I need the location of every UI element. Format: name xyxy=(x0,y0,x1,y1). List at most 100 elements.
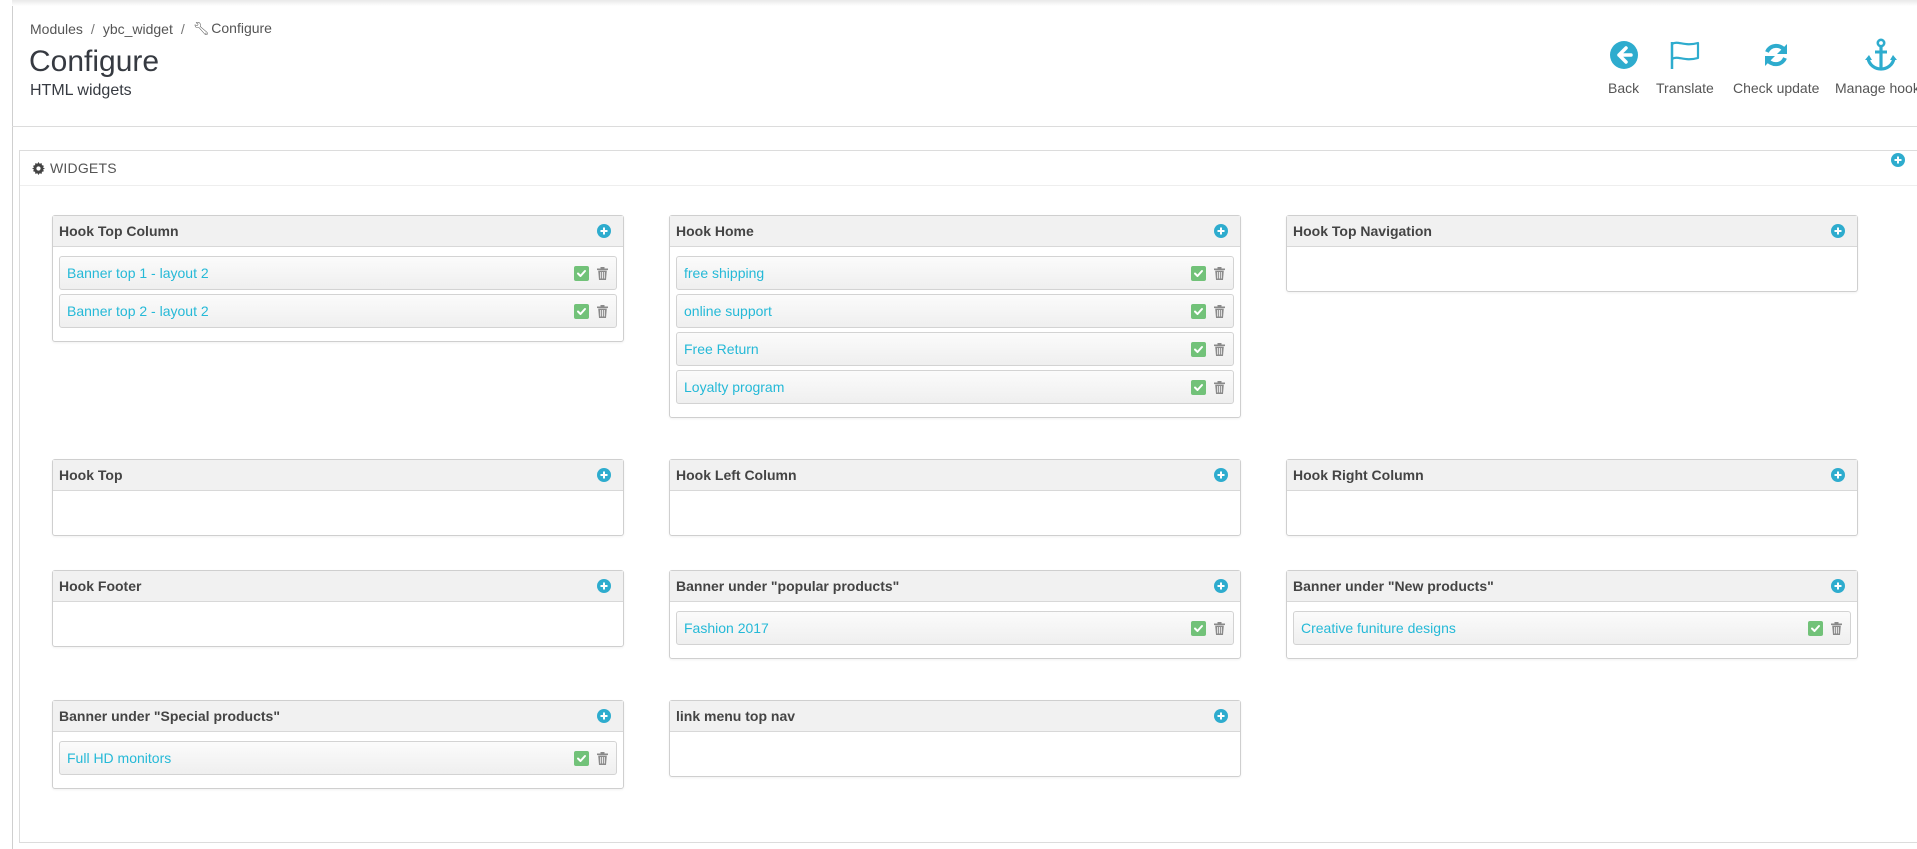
trash-icon[interactable] xyxy=(597,267,608,280)
breadcrumb-modules[interactable]: Modules xyxy=(30,21,83,37)
trash-icon[interactable] xyxy=(597,305,608,318)
gear-icon xyxy=(32,161,45,175)
hook-body xyxy=(1287,491,1857,535)
anchor-icon xyxy=(1835,38,1917,72)
hook-header: Hook Right Column xyxy=(1287,460,1857,491)
enabled-check-icon[interactable] xyxy=(574,266,589,281)
enabled-check-icon[interactable] xyxy=(1191,380,1206,395)
hook-title: Banner under "New products" xyxy=(1293,578,1494,594)
hook-title: link menu top nav xyxy=(676,708,796,724)
trash-icon[interactable] xyxy=(1214,305,1225,318)
hook-header: Hook Left Column xyxy=(670,460,1240,491)
widget-item-actions xyxy=(574,304,608,319)
widget-item-link[interactable]: Banner top 1 - layout 2 xyxy=(67,265,209,281)
widget-item-link[interactable]: Full HD monitors xyxy=(67,750,171,766)
back-label: Back xyxy=(1608,80,1640,96)
hook-title: Hook Home xyxy=(676,223,754,239)
widget-item: online support xyxy=(676,294,1234,328)
add-circle-icon[interactable] xyxy=(1214,709,1228,726)
widget-item-actions xyxy=(1191,342,1225,357)
breadcrumb: Modules / ybc_widget / 🔧︎ Configure xyxy=(30,20,272,37)
widget-item-link[interactable]: Loyalty program xyxy=(684,379,784,395)
add-circle-icon[interactable] xyxy=(1214,579,1228,596)
arrow-circle-left-icon xyxy=(1608,38,1639,72)
widget-item: Free Return xyxy=(676,332,1234,366)
hook-body xyxy=(53,602,623,646)
add-circle-icon[interactable] xyxy=(1831,579,1845,596)
hook-title: Hook Top Column xyxy=(59,223,179,239)
widget-item-actions xyxy=(1191,304,1225,319)
hook-header: link menu top nav xyxy=(670,701,1240,732)
hook-header: Banner under "New products" xyxy=(1287,571,1857,602)
hook-box: Banner under "popular products" Fashion … xyxy=(669,570,1241,659)
hook-body: Creative funiture designs xyxy=(1287,602,1857,658)
add-circle-icon[interactable] xyxy=(597,468,611,485)
widget-item-link[interactable]: Free Return xyxy=(684,341,759,357)
add-circle-icon[interactable] xyxy=(1831,468,1845,485)
page-subtitle: HTML widgets xyxy=(30,82,132,99)
hook-box: Banner under "New products" Creative fun… xyxy=(1286,570,1858,659)
hook-body: Full HD monitors xyxy=(53,732,623,788)
breadcrumb-ybc-widget[interactable]: ybc_widget xyxy=(103,21,173,37)
enabled-check-icon[interactable] xyxy=(1191,342,1206,357)
hook-body xyxy=(670,732,1240,776)
hook-title: Hook Top xyxy=(59,467,123,483)
hook-title: Hook Right Column xyxy=(1293,467,1424,483)
hook-header: Hook Footer xyxy=(53,571,623,602)
hook-box: link menu top nav xyxy=(669,700,1241,777)
widget-item-link[interactable]: Banner top 2 - layout 2 xyxy=(67,303,209,319)
widget-item: Loyalty program xyxy=(676,370,1234,404)
toolbar: Back Translate Check update Manage hook xyxy=(1595,38,1917,102)
trash-icon[interactable] xyxy=(1214,381,1225,394)
manage-hooks-label: Manage hooks xyxy=(1835,80,1917,96)
add-circle-icon[interactable] xyxy=(1214,468,1228,485)
enabled-check-icon[interactable] xyxy=(1191,266,1206,281)
widget-item: Fashion 2017 xyxy=(676,611,1234,645)
enabled-check-icon[interactable] xyxy=(574,304,589,319)
trash-icon[interactable] xyxy=(1214,622,1225,635)
widget-item: Banner top 2 - layout 2 xyxy=(59,294,617,328)
trash-icon[interactable] xyxy=(1831,622,1842,635)
trash-icon[interactable] xyxy=(1214,267,1225,280)
hook-box: Banner under "Special products" Full HD … xyxy=(52,700,624,789)
trash-icon[interactable] xyxy=(1214,343,1225,356)
widget-item-link[interactable]: Creative funiture designs xyxy=(1301,620,1456,636)
hook-header: Hook Top Navigation xyxy=(1287,216,1857,247)
add-circle-icon[interactable] xyxy=(597,579,611,596)
hook-box: Hook Home free shipping online support F… xyxy=(669,215,1241,418)
enabled-check-icon[interactable] xyxy=(1191,304,1206,319)
widget-item-actions xyxy=(1191,621,1225,636)
widgets-panel-heading: WIDGETS xyxy=(20,151,1917,186)
add-widget-icon[interactable] xyxy=(1891,153,1905,172)
hook-header: Hook Top xyxy=(53,460,623,491)
manage-hooks-button[interactable]: Manage hooks xyxy=(1835,38,1917,96)
hook-box: Hook Top Column Banner top 1 - layout 2 … xyxy=(52,215,624,342)
back-button[interactable]: Back xyxy=(1608,38,1639,96)
widget-item: Banner top 1 - layout 2 xyxy=(59,256,617,290)
page-header: Modules / ybc_widget / 🔧︎ Configure Confi… xyxy=(12,0,1917,127)
trash-icon[interactable] xyxy=(597,752,608,765)
enabled-check-icon[interactable] xyxy=(1808,621,1823,636)
hook-box: Hook Top xyxy=(52,459,624,536)
widget-item-link[interactable]: free shipping xyxy=(684,265,764,281)
enabled-check-icon[interactable] xyxy=(1191,621,1206,636)
flag-icon xyxy=(1656,38,1714,72)
hook-body xyxy=(53,491,623,535)
widget-item: Creative funiture designs xyxy=(1293,611,1851,645)
hook-box: Hook Left Column xyxy=(669,459,1241,536)
hook-body: free shipping online support Free Return xyxy=(670,247,1240,417)
add-circle-icon[interactable] xyxy=(597,224,611,241)
widget-item-actions xyxy=(574,751,608,766)
add-circle-icon[interactable] xyxy=(1831,224,1845,241)
add-circle-icon[interactable] xyxy=(597,709,611,726)
hook-box: Hook Right Column xyxy=(1286,459,1858,536)
widget-item-link[interactable]: online support xyxy=(684,303,772,319)
translate-button[interactable]: Translate xyxy=(1656,38,1714,96)
hook-box: Hook Top Navigation xyxy=(1286,215,1858,292)
hook-header: Hook Top Column xyxy=(53,216,623,247)
widget-item-link[interactable]: Fashion 2017 xyxy=(684,620,769,636)
widget-item: free shipping xyxy=(676,256,1234,290)
enabled-check-icon[interactable] xyxy=(574,751,589,766)
check-update-button[interactable]: Check update xyxy=(1733,38,1819,96)
add-circle-icon[interactable] xyxy=(1214,224,1228,241)
